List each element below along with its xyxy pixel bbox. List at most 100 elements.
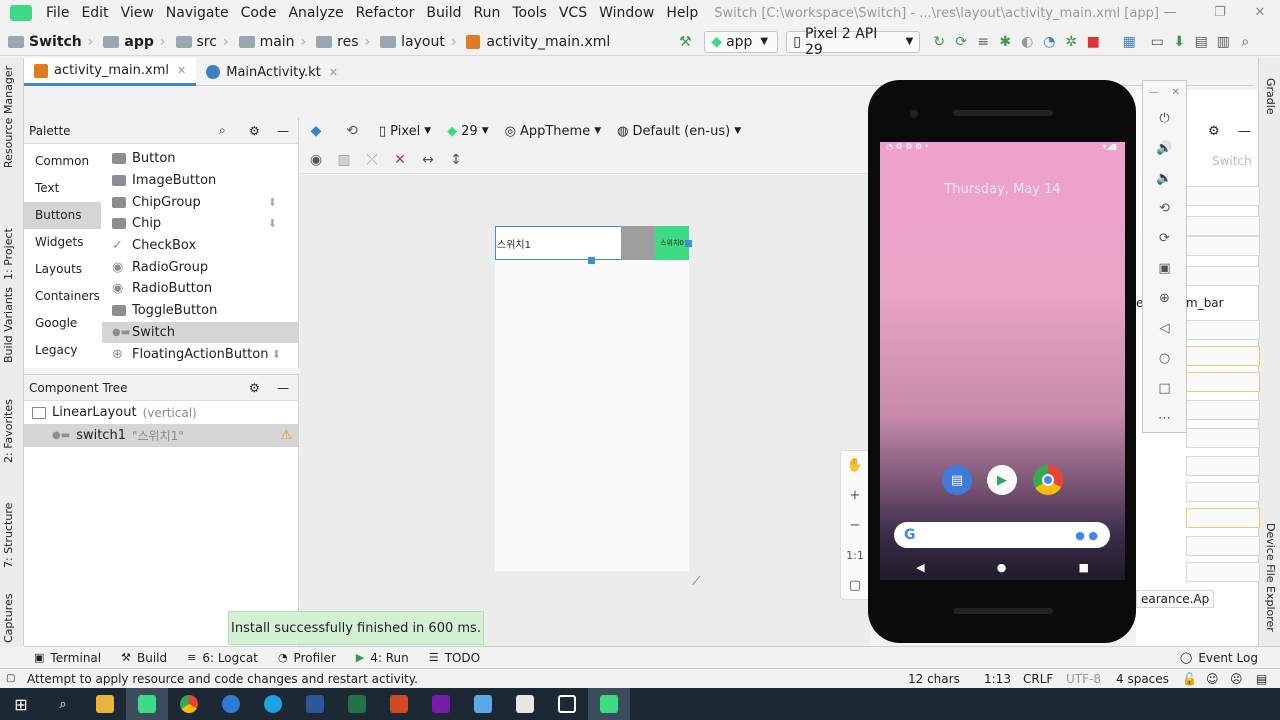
category-buttons[interactable]: Buttons: [24, 202, 101, 229]
attr-text-appearance[interactable]: earance.Ap: [1136, 590, 1215, 608]
home-icon[interactable]: ●: [997, 561, 1007, 574]
screenshot-icon[interactable]: ▣: [1143, 253, 1186, 283]
avd-manager-icon[interactable]: ▭: [1146, 31, 1168, 53]
project-structure-icon[interactable]: ▥: [1212, 31, 1234, 53]
menu-help[interactable]: Help: [660, 5, 704, 21]
file-explorer-icon[interactable]: [84, 688, 126, 720]
attr-field[interactable]: [1186, 266, 1260, 286]
home-icon[interactable]: ○: [1143, 343, 1186, 373]
status-icon[interactable]: ▢: [6, 673, 15, 684]
category-legacy[interactable]: Legacy: [24, 337, 101, 364]
more-icon[interactable]: ⋯: [1143, 403, 1186, 433]
minimize-panel-icon[interactable]: —: [277, 381, 289, 395]
profile-icon[interactable]: ◔: [1038, 31, 1060, 53]
resize-corner-icon[interactable]: ⟋: [692, 574, 700, 589]
maximize-icon[interactable]: ❐: [1200, 0, 1240, 26]
excel-icon[interactable]: [336, 688, 378, 720]
cursor-position[interactable]: 1:13: [984, 672, 1011, 686]
edge-icon[interactable]: [210, 688, 252, 720]
menu-code[interactable]: Code: [235, 5, 283, 21]
stop-icon[interactable]: ■: [1082, 31, 1104, 53]
menu-navigate[interactable]: Navigate: [160, 5, 235, 21]
rotate-left-icon[interactable]: ⟲: [1143, 193, 1186, 223]
status-message[interactable]: Attempt to apply resource and code chang…: [27, 672, 418, 686]
autoconnect-icon[interactable]: ⤫: [361, 149, 383, 171]
api-dropdown[interactable]: ◆ 29 ▼: [447, 124, 488, 139]
zoom-icon[interactable]: ⊕: [1143, 283, 1186, 313]
back-icon[interactable]: ◁: [1143, 313, 1186, 343]
locale-dropdown[interactable]: ◍ Default (en-us) ▼: [617, 124, 741, 139]
hammer-icon[interactable]: ⚒: [674, 31, 696, 53]
attr-field[interactable]: [1186, 216, 1260, 236]
orientation-icon[interactable]: ⟲: [341, 120, 363, 142]
eye-icon[interactable]: ◉: [305, 149, 327, 171]
captures-tab[interactable]: Captures: [2, 594, 15, 643]
breadcrumb-res[interactable]: res ›: [310, 34, 370, 50]
rotate-right-icon[interactable]: ⟳: [1143, 223, 1186, 253]
install-notification[interactable]: Install successfully finished in 600 ms.: [228, 611, 484, 645]
search-icon[interactable]: ⌕: [219, 123, 226, 138]
attr-field[interactable]: [1186, 346, 1260, 366]
category-text[interactable]: Text: [24, 175, 101, 202]
theme-dropdown[interactable]: ◎ AppTheme ▼: [505, 124, 602, 139]
breadcrumb-switch[interactable]: Switch ›: [8, 34, 93, 50]
close-icon[interactable]: ✕: [1171, 87, 1179, 98]
file-encoding[interactable]: UTF-8: [1066, 672, 1101, 686]
debug-icon[interactable]: ✱: [994, 31, 1016, 53]
widget-chip[interactable]: Chip ⬇: [102, 213, 299, 235]
run-tab[interactable]: ▶ 4: Run: [356, 651, 409, 665]
layers-icon[interactable]: ◆: [305, 120, 327, 142]
menu-window[interactable]: Window: [593, 5, 660, 21]
zoom-ratio-button[interactable]: 1:1: [841, 541, 869, 571]
gear-icon[interactable]: ⚙: [1208, 124, 1220, 139]
profiler-tab[interactable]: ◔ Profiler: [278, 651, 336, 665]
overview-icon[interactable]: □: [1143, 373, 1186, 403]
align-vertical-icon[interactable]: ↕: [445, 149, 467, 171]
structure-tab[interactable]: 7: Structure: [2, 503, 15, 568]
widget-fab[interactable]: ⊕ FloatingActionButton ⬇: [102, 343, 299, 365]
layout-inspector-icon[interactable]: ▤: [1190, 31, 1212, 53]
widget-toggle-button[interactable]: ToggleButton: [102, 300, 299, 322]
device-dropdown[interactable]: ▯ Pixel ▼: [379, 124, 431, 139]
apply-changes-icon[interactable]: ⟳: [950, 31, 972, 53]
volume-down-icon[interactable]: 🔉: [1143, 163, 1186, 193]
terminal-tab[interactable]: ▣ Terminal: [34, 651, 101, 665]
widget-checkbox[interactable]: ✓ CheckBox: [102, 235, 299, 257]
menu-build[interactable]: Build: [420, 5, 467, 21]
zoom-out-icon[interactable]: −: [841, 511, 869, 541]
breadcrumb-main[interactable]: main ›: [233, 34, 306, 50]
clear-constraints-icon[interactable]: ✕: [389, 149, 411, 171]
internet-explorer-icon[interactable]: [252, 688, 294, 720]
attr-field[interactable]: [1186, 320, 1260, 340]
menu-view[interactable]: View: [115, 5, 160, 21]
attach-debugger-icon[interactable]: ◐: [1016, 31, 1038, 53]
align-horizontal-icon[interactable]: ↔: [417, 149, 439, 171]
device-file-explorer-tab[interactable]: Device File Explorer: [1264, 523, 1277, 632]
onenote-icon[interactable]: [420, 688, 462, 720]
gear-icon[interactable]: ⚙: [249, 124, 260, 138]
zoom-fit-icon[interactable]: ▢: [841, 571, 869, 601]
minimize-panel-icon[interactable]: —: [1238, 124, 1251, 139]
category-google[interactable]: Google: [24, 310, 101, 337]
resize-handle[interactable]: [588, 257, 595, 264]
attr-field[interactable]: [1186, 236, 1260, 256]
widget-radio-button[interactable]: ◉ RadioButton: [102, 278, 299, 300]
tab-main-activity[interactable]: MainActivity.kt ✕: [196, 58, 348, 86]
search-icon[interactable]: ⌕: [42, 688, 84, 720]
rerun-icon[interactable]: ↻: [928, 31, 950, 53]
attr-field[interactable]: [1186, 562, 1260, 582]
minimize-icon[interactable]: —: [1149, 87, 1159, 98]
paint-icon[interactable]: [504, 688, 546, 720]
menu-refactor[interactable]: Refactor: [350, 5, 421, 21]
breadcrumb-activity-main[interactable]: activity_main.xml: [460, 34, 610, 50]
recents-icon[interactable]: ■: [1079, 561, 1089, 574]
favorites-tab[interactable]: 2: Favorites: [2, 399, 15, 463]
build-variants-tab[interactable]: Build Variants: [2, 287, 15, 363]
run-config-select[interactable]: ◆ app ▼: [704, 30, 779, 53]
sdk-manager-icon[interactable]: ⬇: [1168, 31, 1190, 53]
close-tab-icon[interactable]: ✕: [329, 66, 338, 79]
menu-file[interactable]: File: [40, 5, 75, 21]
category-layouts[interactable]: Layouts: [24, 256, 101, 283]
warning-icon[interactable]: ⚠: [280, 428, 292, 443]
widget-button[interactable]: Button: [102, 148, 299, 170]
